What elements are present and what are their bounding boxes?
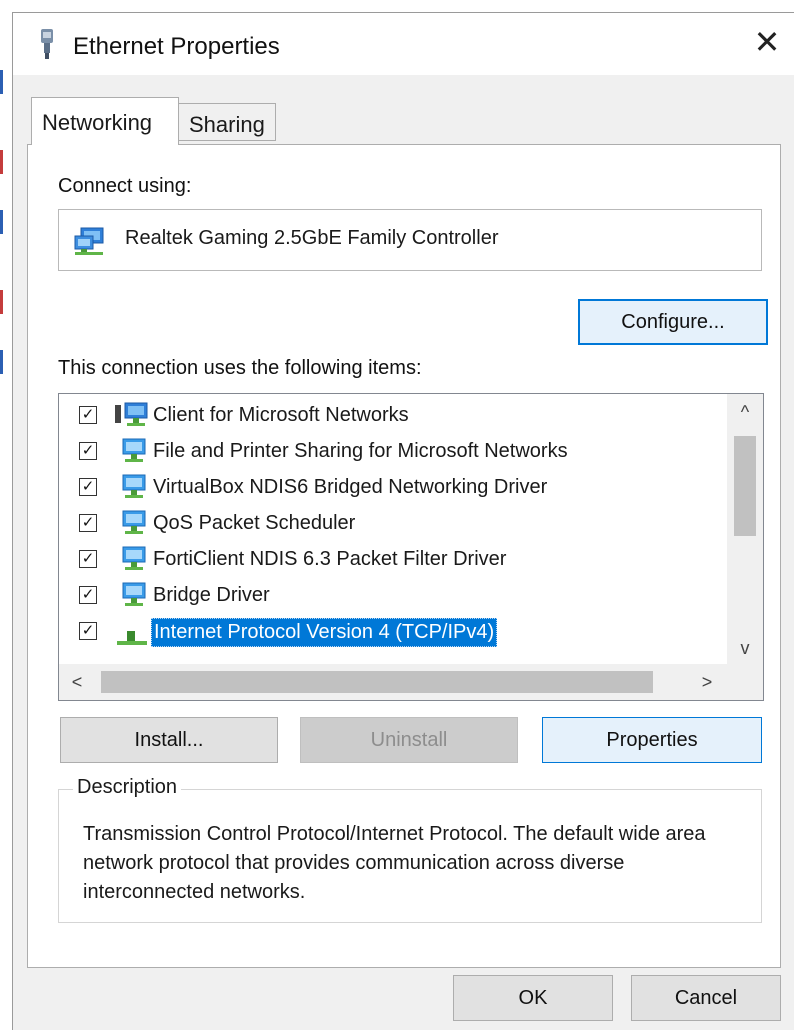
item-checkbox[interactable]: ✓ [79, 478, 97, 496]
items-label: This connection uses the following items… [58, 357, 422, 379]
item-label: Client for Microsoft Networks [153, 404, 409, 426]
network-client-icon [115, 402, 148, 426]
ethernet-properties-dialog: Ethernet Properties ✕ Networking Sharing… [12, 12, 794, 1030]
scroll-left-button[interactable]: < [59, 664, 95, 700]
item-checkbox[interactable]: ✓ [79, 406, 97, 424]
scroll-down-button[interactable]: v [727, 630, 763, 666]
chevron-right-icon: > [701, 671, 713, 692]
chevron-down-icon: v [740, 637, 750, 658]
item-label-selected: Internet Protocol Version 4 (TCP/IPv4) [151, 618, 498, 647]
item-label: File and Printer Sharing for Microsoft N… [153, 440, 568, 462]
tab-sharing[interactable]: Sharing [178, 103, 276, 141]
list-item[interactable]: ✓ FortiClient NDIS 6.3 Packet Filter Dri… [59, 542, 723, 578]
item-checkbox[interactable]: ✓ [79, 514, 97, 532]
items-list[interactable]: ✓ Client for Microsoft Networks ✓ File a… [58, 393, 764, 701]
list-item[interactable]: ✓ Bridge Driver [59, 578, 723, 614]
close-icon: ✕ [753, 24, 781, 60]
chevron-left-icon: < [71, 671, 83, 692]
tab-networking[interactable]: Networking [31, 97, 179, 145]
item-label: Bridge Driver [153, 584, 270, 606]
scroll-right-button[interactable]: > [689, 664, 725, 700]
title-bar: Ethernet Properties ✕ [13, 13, 794, 75]
list-item[interactable]: ✓ Client for Microsoft Networks [59, 398, 723, 434]
network-adapter-icon [74, 227, 104, 255]
item-label: VirtualBox NDIS6 Bridged Networking Driv… [153, 476, 548, 498]
ok-button[interactable]: OK [453, 975, 613, 1021]
networking-panel: Connect using: Realtek Gaming 2.5GbE Fam… [27, 144, 781, 968]
configure-button[interactable]: Configure... [578, 299, 768, 345]
vertical-scroll-thumb[interactable] [734, 436, 756, 536]
close-button[interactable]: ✕ [740, 19, 794, 65]
cancel-button[interactable]: Cancel [631, 975, 781, 1021]
list-item[interactable]: ✓ VirtualBox NDIS6 Bridged Networking Dr… [59, 470, 723, 506]
network-service-icon [122, 582, 146, 606]
scroll-up-button[interactable]: ^ [727, 394, 763, 430]
item-checkbox[interactable]: ✓ [79, 550, 97, 568]
install-button[interactable]: Install... [60, 717, 278, 763]
network-service-icon [122, 474, 146, 498]
edge-mark [0, 350, 3, 374]
connect-using-label: Connect using: [58, 175, 192, 197]
item-label: QoS Packet Scheduler [153, 512, 356, 534]
properties-button[interactable]: Properties [542, 717, 762, 763]
item-checkbox[interactable]: ✓ [79, 586, 97, 604]
item-label: FortiClient NDIS 6.3 Packet Filter Drive… [153, 548, 507, 570]
edge-mark [0, 290, 3, 314]
uninstall-button[interactable]: Uninstall [300, 717, 518, 763]
edge-mark [0, 70, 3, 94]
left-edge-strip [0, 0, 12, 1030]
adapter-field: Realtek Gaming 2.5GbE Family Controller [58, 209, 762, 271]
adapter-name: Realtek Gaming 2.5GbE Family Controller [125, 227, 499, 249]
network-protocol-icon [117, 631, 147, 645]
list-item[interactable]: ✓ QoS Packet Scheduler [59, 506, 723, 542]
edge-mark [0, 150, 3, 174]
edge-mark [0, 210, 3, 234]
window-title: Ethernet Properties [73, 33, 280, 60]
ethernet-cable-icon [41, 29, 53, 59]
description-text: Transmission Control Protocol/Internet P… [83, 823, 706, 903]
chevron-up-icon: ^ [740, 401, 750, 422]
horizontal-scroll-thumb[interactable] [101, 671, 653, 693]
item-checkbox[interactable]: ✓ [79, 622, 97, 640]
vertical-scrollbar[interactable]: ^ v [727, 394, 763, 666]
list-item[interactable]: ✓ File and Printer Sharing for Microsoft… [59, 434, 723, 470]
horizontal-scrollbar[interactable]: < > [59, 664, 763, 700]
description-legend: Description [73, 776, 182, 799]
description-group: Description Transmission Control Protoco… [58, 776, 762, 923]
network-service-icon [122, 510, 146, 534]
item-checkbox[interactable]: ✓ [79, 442, 97, 460]
list-item[interactable]: ✓ Internet Protocol Version 4 (TCP/IPv4) [59, 614, 723, 650]
network-service-icon [122, 438, 146, 462]
network-service-icon [122, 546, 146, 570]
